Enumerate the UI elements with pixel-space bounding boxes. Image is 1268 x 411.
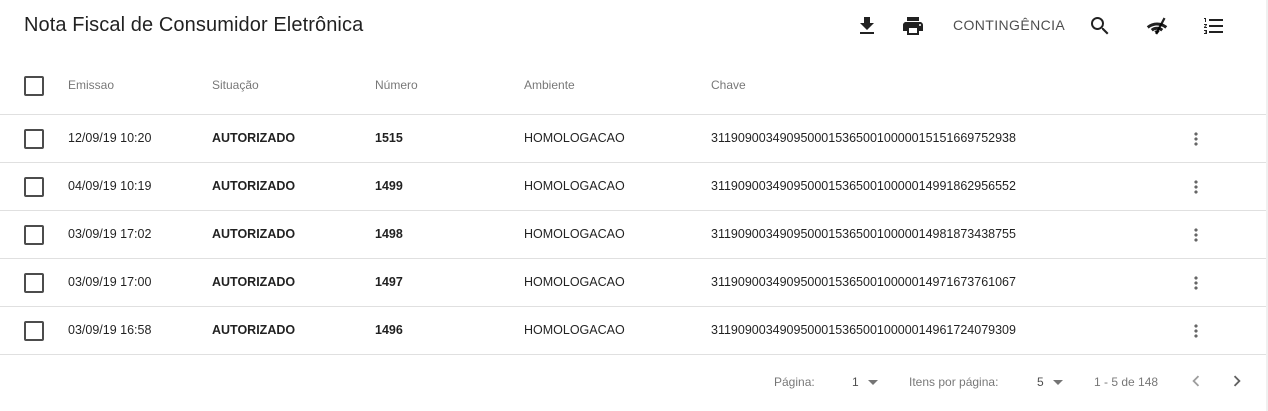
cell-ambiente: HOMOLOGACAO	[524, 179, 625, 193]
chevron-right-icon	[1233, 375, 1241, 387]
cell-situacao: AUTORIZADO	[212, 131, 296, 145]
chevron-left-icon	[1192, 375, 1200, 387]
cell-ambiente: HOMOLOGACAO	[524, 131, 625, 145]
cell-chave: 3119090034909500015365001000001496172407…	[711, 323, 1016, 337]
column-header-emissao[interactable]: Emissao	[68, 78, 114, 92]
search-button[interactable]	[1086, 12, 1114, 40]
column-header-chave[interactable]: Chave	[711, 78, 746, 92]
cell-chave: 3119090034909500015365001000001515166975…	[711, 131, 1016, 145]
column-header-situacao[interactable]: Situação	[212, 78, 259, 92]
cell-numero: 1497	[375, 275, 403, 289]
cell-ambiente: HOMOLOGACAO	[524, 227, 625, 241]
row-checkbox[interactable]	[24, 177, 44, 197]
select-all-checkbox[interactable]	[24, 76, 44, 96]
next-page-button[interactable]	[1225, 369, 1249, 393]
range-label: 1 - 5 de 148	[1094, 375, 1159, 389]
cell-ambiente: HOMOLOGACAO	[524, 323, 625, 337]
table-header: Emissao Situação Número Ambiente Chave	[0, 60, 1266, 115]
table-row[interactable]: 03/09/19 16:58 AUTORIZADO 1496 HOMOLOGAC…	[0, 307, 1266, 355]
items-per-page-select[interactable]: 5	[1037, 373, 1063, 391]
list-button[interactable]	[1200, 12, 1228, 40]
row-menu-button[interactable]	[1184, 127, 1208, 151]
cell-ambiente: HOMOLOGACAO	[524, 275, 625, 289]
nfce-card: Nota Fiscal de Consumidor Eletrônica CON…	[0, 0, 1268, 411]
wifi-off-icon	[1146, 17, 1168, 35]
cell-emissao: 03/09/19 17:02	[68, 227, 152, 241]
page-select-value: 1	[852, 375, 859, 389]
toolbar: Nota Fiscal de Consumidor Eletrônica CON…	[0, 0, 1268, 52]
cell-emissao: 03/09/19 16:58	[68, 323, 152, 337]
download-button[interactable]	[853, 12, 881, 40]
cell-numero: 1515	[375, 131, 403, 145]
list-icon	[1204, 18, 1223, 34]
row-menu-button[interactable]	[1184, 319, 1208, 343]
dropdown-arrow-icon	[1052, 379, 1063, 385]
cell-chave: 3119090034909500015365001000001498187343…	[711, 227, 1016, 241]
cell-situacao: AUTORIZADO	[212, 179, 296, 193]
row-menu-button[interactable]	[1184, 271, 1208, 295]
cell-numero: 1498	[375, 227, 403, 241]
more-vert-icon	[1194, 276, 1198, 290]
table-row[interactable]: 03/09/19 17:00 AUTORIZADO 1497 HOMOLOGAC…	[0, 259, 1266, 307]
items-per-page-value: 5	[1037, 375, 1044, 389]
dropdown-arrow-icon	[867, 379, 878, 385]
connection-status-button[interactable]	[1143, 12, 1171, 40]
cell-situacao: AUTORIZADO	[212, 275, 296, 289]
page-title: Nota Fiscal de Consumidor Eletrônica	[24, 14, 364, 36]
cell-emissao: 03/09/19 17:00	[68, 275, 152, 289]
paginator: Página: 1 Itens por página: 5 1 - 5 de 1…	[0, 355, 1266, 411]
row-checkbox[interactable]	[24, 321, 44, 341]
cell-chave: 3119090034909500015365001000001499186295…	[711, 179, 1016, 193]
cell-situacao: AUTORIZADO	[212, 227, 296, 241]
cell-emissao: 04/09/19 10:19	[68, 179, 152, 193]
table-row[interactable]: 03/09/19 17:02 AUTORIZADO 1498 HOMOLOGAC…	[0, 211, 1266, 259]
previous-page-button[interactable]	[1184, 369, 1208, 393]
more-vert-icon	[1194, 132, 1198, 146]
cell-numero: 1499	[375, 179, 403, 193]
cell-chave: 3119090034909500015365001000001497167376…	[711, 275, 1016, 289]
row-menu-button[interactable]	[1184, 175, 1208, 199]
cell-numero: 1496	[375, 323, 403, 337]
items-per-page-label: Itens por página:	[909, 375, 999, 389]
column-header-numero[interactable]: Número	[375, 78, 418, 92]
nfce-table: Emissao Situação Número Ambiente Chave 1…	[0, 60, 1266, 355]
search-icon	[1091, 17, 1109, 35]
table-row[interactable]: 12/09/19 10:20 AUTORIZADO 1515 HOMOLOGAC…	[0, 115, 1266, 163]
row-checkbox[interactable]	[24, 225, 44, 245]
column-header-ambiente[interactable]: Ambiente	[524, 78, 575, 92]
print-icon	[903, 17, 923, 35]
row-menu-button[interactable]	[1184, 223, 1208, 247]
page-label: Página:	[774, 375, 815, 389]
cell-situacao: AUTORIZADO	[212, 323, 296, 337]
row-checkbox[interactable]	[24, 273, 44, 293]
page-select[interactable]: 1	[852, 373, 878, 391]
more-vert-icon	[1194, 324, 1198, 338]
more-vert-icon	[1194, 228, 1198, 242]
download-icon	[860, 17, 874, 34]
more-vert-icon	[1194, 180, 1198, 194]
cell-emissao: 12/09/19 10:20	[68, 131, 152, 145]
contingencia-button[interactable]: CONTINGÊNCIA	[953, 17, 1065, 33]
table-row[interactable]: 04/09/19 10:19 AUTORIZADO 1499 HOMOLOGAC…	[0, 163, 1266, 211]
row-checkbox[interactable]	[24, 129, 44, 149]
print-button[interactable]	[899, 12, 927, 40]
